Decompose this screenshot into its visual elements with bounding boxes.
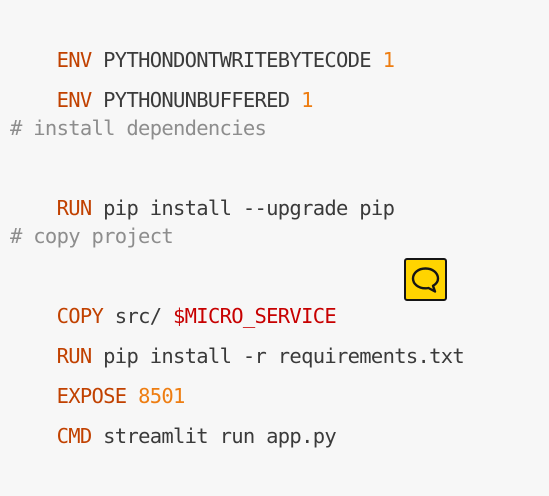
speech-bubble-icon — [411, 267, 440, 293]
code-block: ENV PYTHONDONTWRITEBYTECODE 1 ENV PYTHON… — [0, 0, 549, 448]
code-line: ENV PYTHONDONTWRITEBYTECODE 1 — [10, 0, 395, 72]
code-line: CMD streamlit run app.py — [10, 376, 337, 448]
add-comment-button[interactable] — [404, 258, 447, 301]
code-line: ENV PYTHONUNBUFFERED 1 — [10, 40, 314, 112]
code-comment: # copy project — [10, 224, 174, 248]
code-text: streamlit run app.py — [91, 424, 337, 448]
code-line: RUN pip install -r requirements.txt — [10, 296, 465, 368]
keyword: CMD — [56, 424, 93, 448]
code-line: COPY src/ $MICRO_SERVICE — [10, 256, 337, 328]
code-line: EXPOSE 8501 — [10, 336, 186, 408]
number-value: 1 — [301, 88, 313, 112]
code-comment: # install dependencies — [10, 116, 267, 140]
number-value: 1 — [382, 48, 395, 72]
code-line: RUN pip install --upgrade pip — [10, 148, 395, 220]
